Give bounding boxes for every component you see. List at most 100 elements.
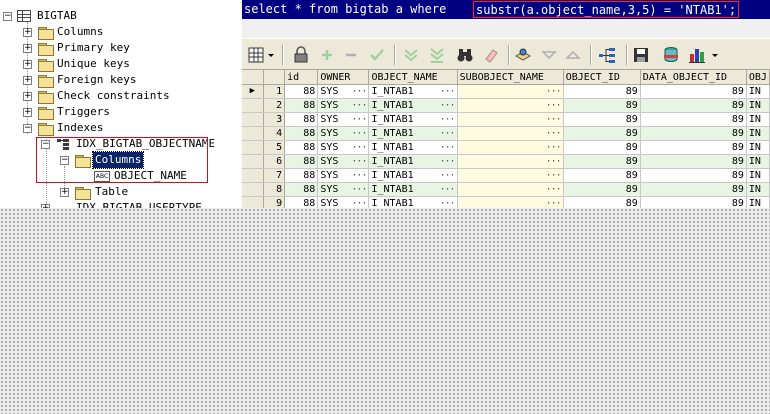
cell-obj[interactable]: IN — [746, 196, 770, 208]
cell-id[interactable]: 88 — [284, 98, 319, 113]
cell-data-object-id[interactable]: 89 — [640, 196, 747, 208]
cell-subobject-name[interactable]: ··· — [457, 140, 564, 155]
save-icon[interactable] — [632, 46, 650, 64]
ellipsis-button[interactable]: ··· — [440, 85, 456, 98]
column-header-owner[interactable]: OWNER — [317, 70, 370, 85]
ellipsis-button[interactable]: ··· — [440, 197, 456, 208]
cell-object-id[interactable]: 89 — [563, 84, 641, 99]
grid-view-icon[interactable] — [248, 46, 276, 64]
cell-object-name[interactable]: I_NTAB1 ··· — [368, 126, 458, 141]
cell-object-id[interactable]: 89 — [563, 196, 641, 208]
cell-id[interactable]: 88 — [284, 126, 319, 141]
cell-owner[interactable]: SYS ··· — [317, 182, 370, 197]
cell-object-name[interactable]: I_NTAB1 ··· — [368, 98, 458, 113]
cell-obj[interactable]: IN — [746, 168, 770, 183]
cell-id[interactable]: 88 — [284, 154, 319, 169]
cell-object-name[interactable]: I_NTAB1 ··· — [368, 140, 458, 155]
expand-toggle[interactable]: + — [23, 76, 32, 85]
ellipsis-button[interactable]: ··· — [546, 85, 562, 98]
cell-object-name[interactable]: I_NTAB1 ··· — [368, 196, 458, 208]
cell-data-object-id[interactable]: 89 — [640, 168, 747, 183]
cell-object-name[interactable]: I_NTAB1 ··· — [368, 84, 458, 99]
cell-data-object-id[interactable]: 89 — [640, 84, 747, 99]
table-row[interactable]: 8 88 SYS ··· I_NTAB1 ··· ··· 89 89 IN — [242, 182, 770, 197]
expand-toggle[interactable]: + — [23, 44, 32, 53]
cell-obj[interactable]: IN — [746, 112, 770, 127]
ellipsis-button[interactable]: ··· — [351, 155, 367, 168]
export-icon[interactable] — [514, 46, 532, 64]
cell-subobject-name[interactable]: ··· — [457, 112, 564, 127]
ellipsis-button[interactable]: ··· — [546, 127, 562, 140]
cell-id[interactable]: 88 — [284, 140, 319, 155]
object-tree[interactable]: − BIGTAB + Columns + Primary key + Uniqu… — [0, 0, 242, 208]
plus-icon[interactable] — [318, 46, 336, 64]
cell-object-id[interactable]: 89 — [563, 112, 641, 127]
table-row[interactable]: ▶ 1 88 SYS ··· I_NTAB1 ··· ··· 89 89 IN — [242, 84, 770, 99]
table-row[interactable]: 5 88 SYS ··· I_NTAB1 ··· ··· 89 89 IN — [242, 140, 770, 155]
cell-owner[interactable]: SYS ··· — [317, 196, 370, 208]
ellipsis-button[interactable]: ··· — [440, 141, 456, 154]
cell-subobject-name[interactable]: ··· — [457, 168, 564, 183]
cell-subobject-name[interactable]: ··· — [457, 126, 564, 141]
ellipsis-button[interactable]: ··· — [546, 113, 562, 126]
chart-icon[interactable] — [688, 46, 722, 64]
column-header-object-id[interactable]: OBJECT_ID — [563, 70, 641, 85]
ellipsis-button[interactable]: ··· — [546, 155, 562, 168]
ellipsis-button[interactable]: ··· — [351, 85, 367, 98]
ellipsis-button[interactable]: ··· — [351, 141, 367, 154]
cell-object-id[interactable]: 89 — [563, 98, 641, 113]
ellipsis-button[interactable]: ··· — [351, 113, 367, 126]
collapse-toggle[interactable]: − — [3, 12, 12, 21]
cell-owner[interactable]: SYS ··· — [317, 98, 370, 113]
ellipsis-button[interactable]: ··· — [351, 183, 367, 196]
binoculars-icon[interactable] — [456, 46, 474, 64]
ellipsis-button[interactable]: ··· — [351, 127, 367, 140]
cell-owner[interactable]: SYS ··· — [317, 84, 370, 99]
cell-data-object-id[interactable]: 89 — [640, 182, 747, 197]
ellipsis-button[interactable]: ··· — [351, 99, 367, 112]
ellipsis-button[interactable]: ··· — [440, 169, 456, 182]
cell-obj[interactable]: IN — [746, 126, 770, 141]
move-bottom-icon[interactable] — [428, 46, 446, 64]
collapse-toggle[interactable]: − — [23, 124, 32, 133]
cell-data-object-id[interactable]: 89 — [640, 98, 747, 113]
cell-subobject-name[interactable]: ··· — [457, 154, 564, 169]
ellipsis-button[interactable]: ··· — [440, 183, 456, 196]
ellipsis-button[interactable]: ··· — [440, 155, 456, 168]
cell-subobject-name[interactable]: ··· — [457, 196, 564, 208]
cell-obj[interactable]: IN — [746, 154, 770, 169]
ellipsis-button[interactable]: ··· — [440, 113, 456, 126]
cell-object-id[interactable]: 89 — [563, 140, 641, 155]
cell-data-object-id[interactable]: 89 — [640, 126, 747, 141]
cell-subobject-name[interactable]: ··· — [457, 98, 564, 113]
column-header-subobject-name[interactable]: SUBOBJECT_NAME — [457, 70, 564, 85]
ellipsis-button[interactable]: ··· — [546, 99, 562, 112]
sql-editor[interactable]: select * from bigtab a where substr(a.ob… — [242, 0, 770, 19]
cell-object-id[interactable]: 89 — [563, 126, 641, 141]
cell-object-name[interactable]: I_NTAB1 ··· — [368, 182, 458, 197]
ellipsis-button[interactable]: ··· — [546, 141, 562, 154]
cell-owner[interactable]: SYS ··· — [317, 140, 370, 155]
cell-subobject-name[interactable]: ··· — [457, 182, 564, 197]
table-row[interactable]: 4 88 SYS ··· I_NTAB1 ··· ··· 89 89 IN — [242, 126, 770, 141]
cell-obj[interactable]: IN — [746, 98, 770, 113]
ellipsis-button[interactable]: ··· — [546, 183, 562, 196]
ellipsis-button[interactable]: ··· — [546, 169, 562, 182]
cell-owner[interactable]: SYS ··· — [317, 126, 370, 141]
cell-owner[interactable]: SYS ··· — [317, 154, 370, 169]
expand-toggle[interactable]: + — [23, 60, 32, 69]
expand-toggle[interactable]: + — [23, 108, 32, 117]
database-icon[interactable] — [662, 46, 680, 64]
column-header-data-object-id[interactable]: DATA_OBJECT_ID — [640, 70, 747, 85]
cell-id[interactable]: 88 — [284, 182, 319, 197]
ellipsis-button[interactable]: ··· — [440, 99, 456, 112]
cell-id[interactable]: 88 — [284, 84, 319, 99]
cell-obj[interactable]: IN — [746, 182, 770, 197]
expand-toggle[interactable]: + — [23, 28, 32, 37]
expand-toggle[interactable]: + — [23, 92, 32, 101]
column-header-object-name[interactable]: OBJECT_NAME — [368, 70, 458, 85]
cell-object-name[interactable]: I_NTAB1 ··· — [368, 154, 458, 169]
column-header-obj[interactable]: OBJ — [746, 70, 770, 85]
table-row[interactable]: 9 88 SYS ··· I_NTAB1 ··· ··· 89 89 IN — [242, 196, 770, 208]
result-grid[interactable]: id OWNER OBJECT_NAME SUBOBJECT_NAME OBJE… — [242, 70, 770, 208]
